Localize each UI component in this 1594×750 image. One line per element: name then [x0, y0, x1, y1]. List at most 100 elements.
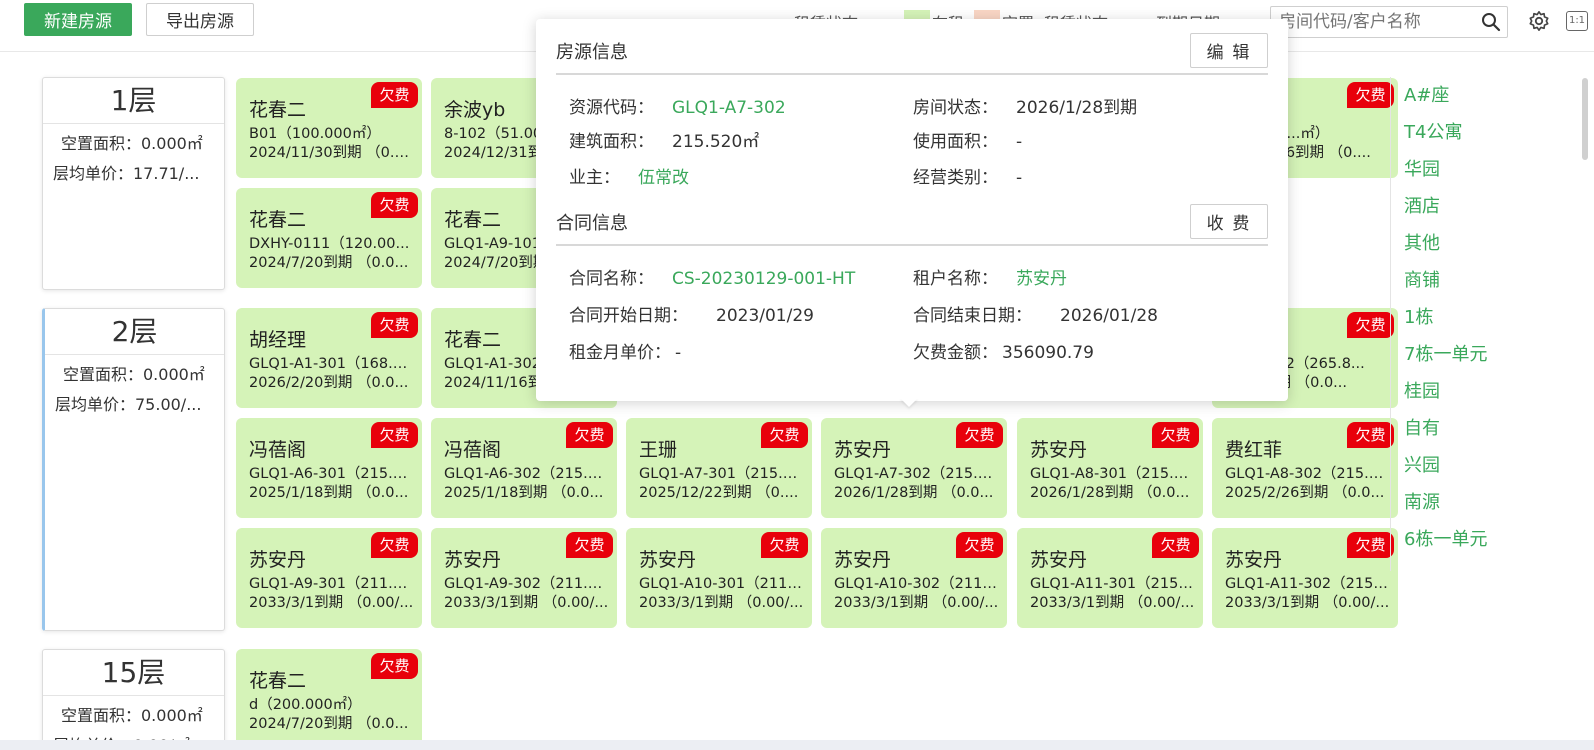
room-due-date: 2026/1/28到期 （0.0... — [834, 485, 994, 501]
building-item[interactable]: 商铺 — [1404, 262, 1534, 299]
floor-label-15[interactable]: 15层 空置面积：0.000㎡ 层均单价：0.00/㎡... — [42, 649, 225, 750]
export-room-button[interactable]: 导出房源 — [146, 3, 254, 36]
room-due-date: 2026/1/28到期 （0.0... — [1030, 485, 1190, 501]
room-info-title: 房源信息 — [556, 42, 628, 63]
resource-code-field: 资源代码： GLQ1-A7-302 — [569, 93, 786, 118]
room-card[interactable]: 胡经理 GLQ1-A1-301（168.0... 2026/2/20到期 （0.… — [236, 308, 422, 408]
room-tenant: 花春二 — [249, 670, 307, 692]
room-card[interactable]: 苏安丹 GLQ1-A10-302（211.... 2033/3/1到期 （0.0… — [821, 528, 1007, 628]
room-due-date: 2025/2/26到期 （0.0... — [1225, 485, 1385, 501]
room-code: GLQ1-A7-302（215.5... — [834, 466, 999, 482]
building-item[interactable]: 其他 — [1404, 225, 1534, 262]
building-item[interactable]: 6栋一单元 — [1404, 521, 1534, 558]
room-tenant: 苏安丹 — [444, 549, 502, 571]
arrears-badge: 欠费 — [1347, 422, 1394, 448]
room-tenant: 王珊 — [639, 439, 678, 461]
search-input[interactable] — [1279, 11, 1469, 33]
rent-value: - — [675, 343, 682, 363]
arrears-badge: 欠费 — [956, 532, 1003, 558]
room-card[interactable]: 苏安丹 GLQ1-A10-301（211.... 2033/3/1到期 （0.0… — [626, 528, 812, 628]
building-item[interactable]: 南源 — [1404, 484, 1534, 521]
floor-vacant-area: 空置面积：0.000㎡ — [61, 706, 203, 725]
search-icon[interactable] — [1481, 12, 1501, 32]
room-tenant: 余波yb — [444, 99, 506, 121]
room-card[interactable]: 苏安丹 GLQ1-A11-301（215.... 2033/3/1到期 （0.0… — [1017, 528, 1203, 628]
building-item[interactable]: 自有 — [1404, 410, 1534, 447]
arrears-badge: 欠费 — [956, 422, 1003, 448]
room-card[interactable]: 花春二 d（200.000㎡） 2024/7/20到期 （0.0... 欠费 — [236, 649, 422, 749]
room-due-date: 2025/1/18到期 （0.0... — [249, 485, 409, 501]
room-tenant: 苏安丹 — [249, 549, 307, 571]
room-card[interactable]: 苏安丹 GLQ1-A9-302（211.0... 2033/3/1到期 （0.0… — [431, 528, 617, 628]
room-status-value: 2026/1/28到期 — [1016, 98, 1138, 118]
room-status-label: 房间状态： — [913, 98, 998, 118]
arrears-badge: 欠费 — [1152, 422, 1199, 448]
tenant-link[interactable]: 苏安丹 — [1016, 269, 1067, 289]
building-item[interactable]: 7栋一单元 — [1404, 336, 1534, 373]
room-tenant: 胡经理 — [249, 329, 307, 351]
building-item[interactable]: 酒店 — [1404, 188, 1534, 225]
arrears-badge: 欠费 — [1347, 532, 1394, 558]
room-card[interactable]: 苏安丹 GLQ1-A11-302（215.... 2033/3/1到期 （0.0… — [1212, 528, 1398, 628]
building-item[interactable]: A#座 — [1404, 77, 1534, 114]
building-item[interactable]: T4公寓 — [1404, 114, 1534, 151]
room-card[interactable]: 苏安丹 GLQ1-A8-301（215.5... 2026/1/28到期 （0.… — [1017, 418, 1203, 518]
scrollbar-thumb[interactable] — [1582, 78, 1588, 160]
room-tenant: 苏安丹 — [639, 549, 697, 571]
contract-info-title: 合同信息 — [556, 213, 628, 234]
room-due-date: 2033/3/1到期 （0.00/... — [249, 595, 414, 611]
arrears-badge: 欠费 — [566, 532, 613, 558]
room-card[interactable]: 冯蓓阁 GLQ1-A6-302（215.5... 2025/1/18到期 （0.… — [431, 418, 617, 518]
floor-label-2[interactable]: 2层 空置面积：0.000㎡ 层均单价：75.00/... — [42, 308, 225, 631]
resource-code-link[interactable]: GLQ1-A7-302 — [672, 98, 786, 118]
room-code: d（200.000㎡） — [249, 697, 362, 713]
room-card[interactable]: 苏安丹 GLQ1-A9-301（211.0... 2033/3/1到期 （0.0… — [236, 528, 422, 628]
business-type-label: 经营类别： — [913, 168, 998, 188]
owner-link[interactable]: 伍常改 — [638, 168, 689, 188]
room-due-date: 2033/3/1到期 （0.00/... — [1030, 595, 1195, 611]
room-due-date: 2024/7/20到期 （0.0... — [249, 716, 409, 732]
charge-button[interactable]: 收 费 — [1190, 204, 1268, 239]
arrears-badge: 欠费 — [371, 312, 418, 338]
room-tenant: 苏安丹 — [1030, 549, 1088, 571]
section-divider — [556, 244, 1268, 246]
fit-screen-icon[interactable]: 1:1 — [1566, 11, 1588, 31]
room-code: B01（100.000㎡） — [249, 126, 381, 142]
arrears-badge: 欠费 — [371, 422, 418, 448]
usable-area-field: 使用面积： - — [913, 127, 1022, 152]
room-code: DXHY-0111（120.00... — [249, 236, 410, 252]
arrears-badge: 欠费 — [371, 82, 418, 108]
room-due-date: 2024/7/20到期 （0.0... — [249, 255, 409, 271]
room-tenant: 冯蓓阁 — [249, 439, 307, 461]
room-card[interactable]: 费红菲 GLQ1-A8-302（215.5... 2025/2/26到期 （0.… — [1212, 418, 1398, 518]
floor-label-1[interactable]: 1层 空置面积：0.000㎡ 层均单价：17.71/... — [42, 77, 225, 290]
room-tenant: 费红菲 — [1225, 439, 1283, 461]
new-room-button[interactable]: 新建房源 — [24, 3, 132, 36]
contract-end-field: 合同结束日期： 2026/01/28 — [913, 301, 1158, 326]
room-card[interactable]: 冯蓓阁 GLQ1-A6-301（215.5... 2025/1/18到期 （0.… — [236, 418, 422, 518]
room-due-date: ...6到期 （0.... — [1272, 145, 1371, 161]
building-item[interactable]: 桂园 — [1404, 373, 1534, 410]
gear-icon[interactable] — [1528, 10, 1550, 32]
building-item[interactable]: 1栋 — [1404, 299, 1534, 336]
building-area-value: 215.520㎡ — [672, 132, 760, 152]
arrears-label: 欠费金额： — [913, 343, 998, 363]
room-code: GLQ1-A9-302（211.0... — [444, 576, 609, 592]
room-code: （...㎡） — [1272, 126, 1330, 142]
section-divider — [556, 73, 1268, 75]
room-code: GLQ1-A7-301（215.5... — [639, 466, 804, 482]
room-tenant: 花春二 — [249, 209, 307, 231]
arrears-value: 356090.79 — [1002, 343, 1094, 363]
arrears-badge: 欠费 — [371, 532, 418, 558]
room-card[interactable]: 花春二 DXHY-0111（120.00... 2024/7/20到期 （0.0… — [236, 188, 422, 288]
building-item[interactable]: 兴园 — [1404, 447, 1534, 484]
building-item[interactable]: 华园 — [1404, 151, 1534, 188]
room-card[interactable]: 花春二 B01（100.000㎡） 2024/11/30到期 （0.0... 欠… — [236, 78, 422, 178]
arrears-badge: 欠费 — [371, 653, 418, 679]
contract-name-link[interactable]: CS-20230129-001-HT — [672, 269, 855, 289]
room-card[interactable]: 苏安丹 GLQ1-A7-302（215.5... 2026/1/28到期 （0.… — [821, 418, 1007, 518]
tenant-label: 租户名称： — [913, 269, 998, 289]
room-card[interactable]: 王珊 GLQ1-A7-301（215.5... 2025/12/22到期 （0.… — [626, 418, 812, 518]
edit-button[interactable]: 编 辑 — [1190, 33, 1268, 68]
contract-name-label: 合同名称： — [569, 269, 654, 289]
